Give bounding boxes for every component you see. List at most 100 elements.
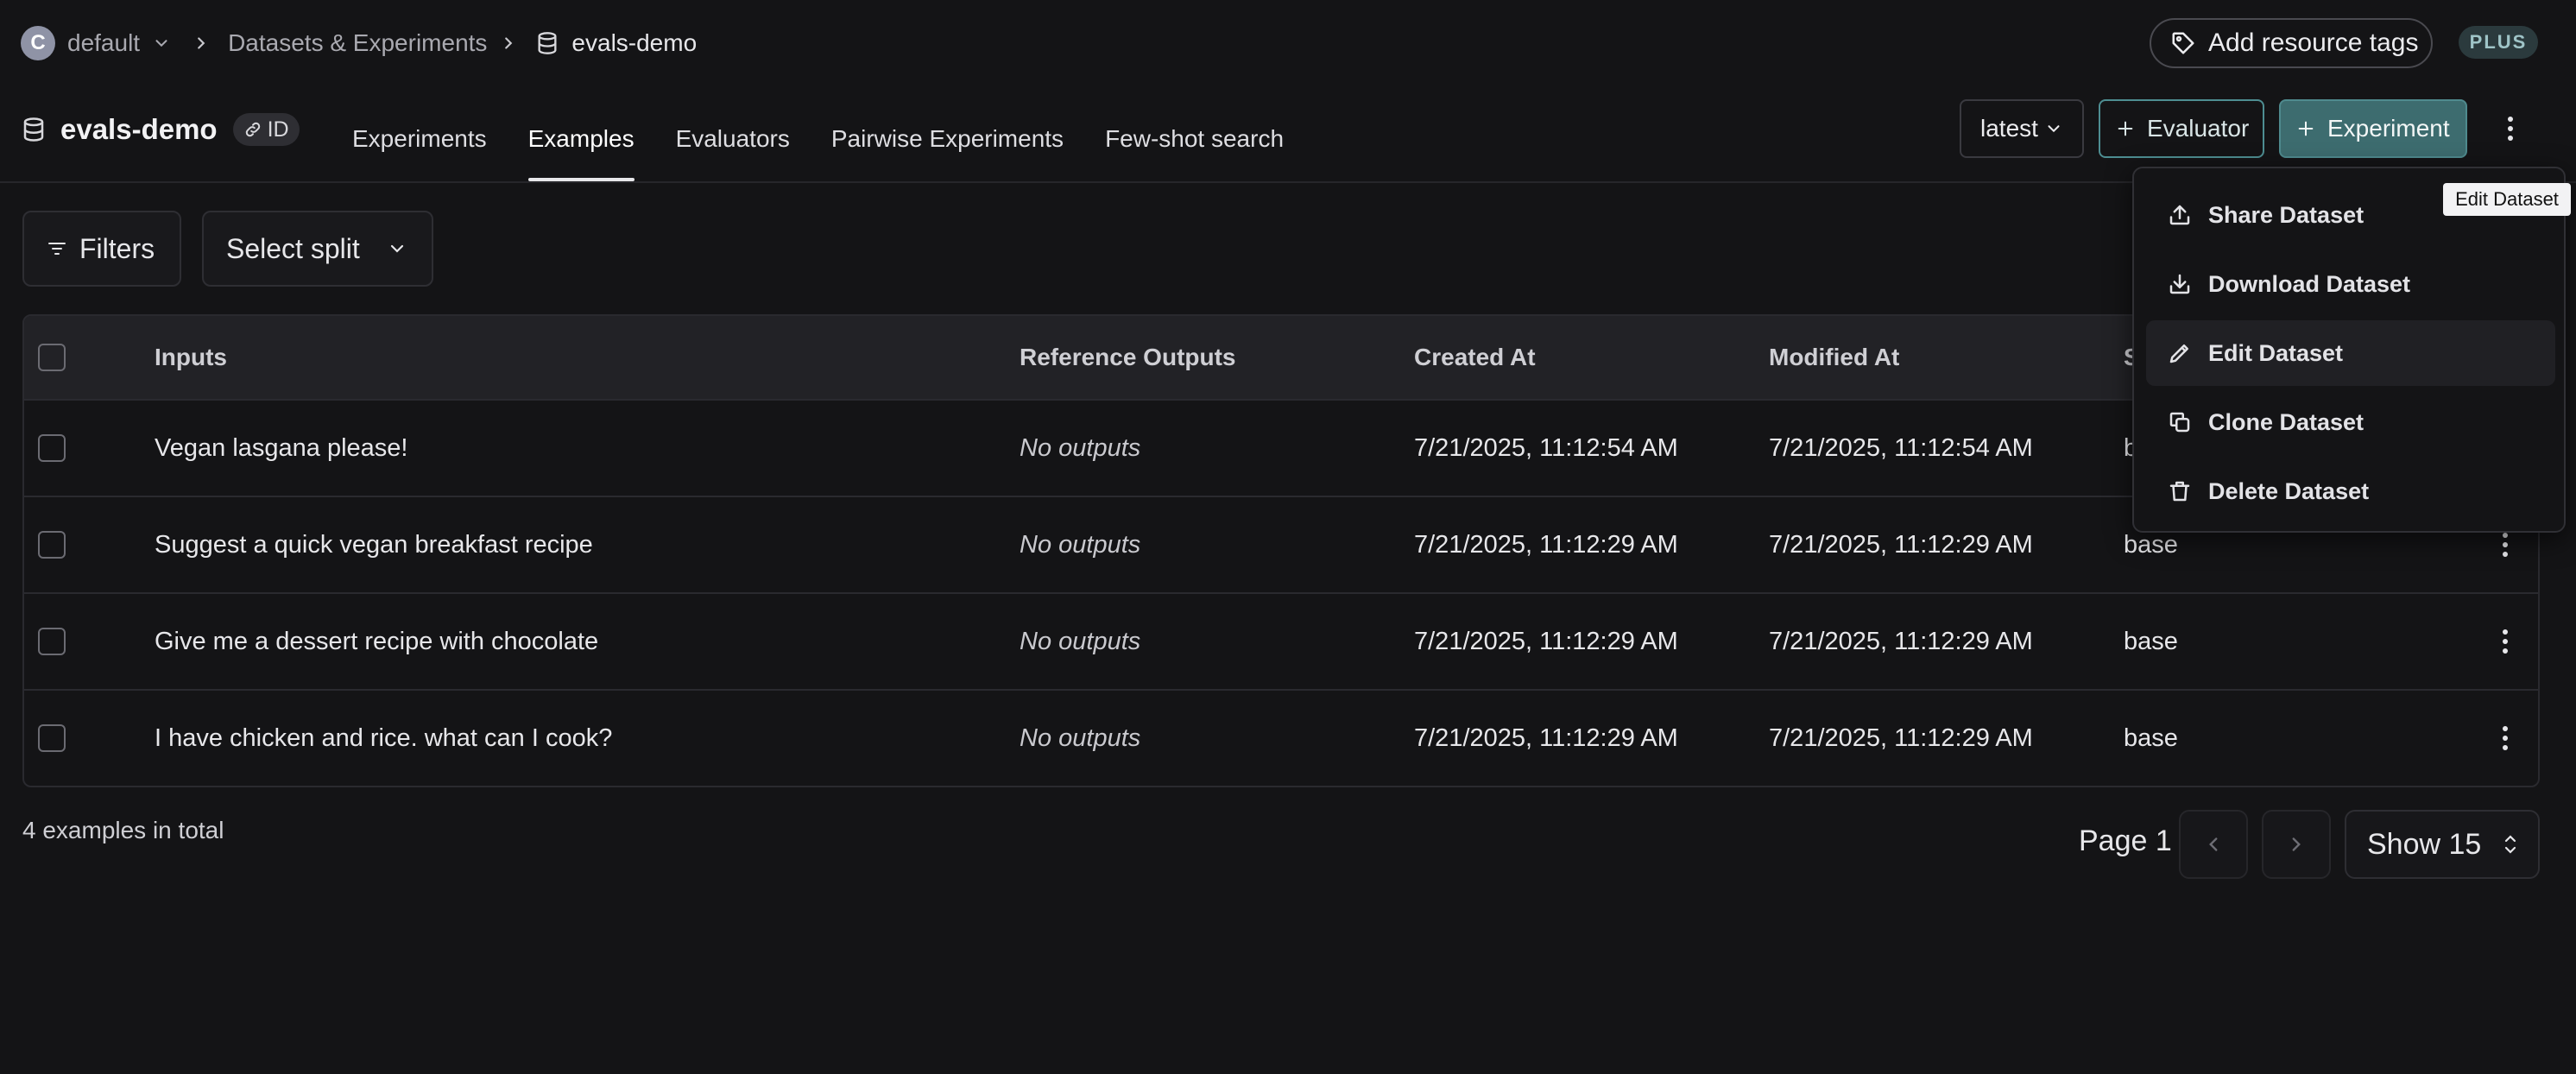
row-created-at: 7/21/2025, 11:12:54 AM (1414, 433, 1678, 462)
menu-item-clone-dataset[interactable]: Clone Dataset (2146, 389, 2555, 455)
plan-badge: PLUS (2459, 26, 2538, 59)
breadcrumb: C default Datasets & Experiments evals-d… (21, 22, 697, 64)
next-page-button[interactable] (2262, 810, 2331, 879)
filters-label: Filters (79, 232, 155, 264)
tab-evaluators[interactable]: Evaluators (676, 97, 790, 181)
menu-item-label: Download Dataset (2208, 270, 2411, 297)
row-modified-at: 7/21/2025, 11:12:29 AM (1769, 627, 2033, 655)
version-value: latest (1980, 115, 2038, 142)
add-experiment-label: Experiment (2327, 115, 2450, 142)
add-resource-tags-label: Add resource tags (2208, 28, 2419, 57)
column-header-inputs[interactable]: Inputs (155, 316, 227, 399)
chevron-right-icon (192, 34, 211, 53)
row-checkbox[interactable] (38, 628, 66, 655)
row-checkbox-cell (38, 691, 66, 786)
add-evaluator-label: Evaluator (2147, 115, 2250, 142)
link-icon (243, 120, 262, 139)
menu-item-label: Edit Dataset (2208, 339, 2344, 366)
breadcrumb-datasets-link[interactable]: Datasets & Experiments (228, 29, 487, 57)
breadcrumb-current: evals-demo (571, 29, 698, 56)
row-created-at: 7/21/2025, 11:12:29 AM (1414, 530, 1678, 559)
tab-examples[interactable]: Examples (527, 97, 635, 181)
prev-page-button[interactable] (2179, 810, 2248, 879)
trash-icon (2167, 478, 2193, 504)
upload-icon (2167, 202, 2193, 228)
column-header-modified-at[interactable]: Modified At (1769, 316, 1899, 399)
row-split: base (2124, 627, 2178, 655)
tab-few-shot-search[interactable]: Few-shot search (1105, 97, 1284, 181)
download-icon (2167, 271, 2193, 297)
row-checkbox[interactable] (38, 724, 66, 752)
copy-icon (2167, 409, 2193, 435)
select-all-checkbox[interactable] (38, 344, 66, 371)
id-label: ID (267, 117, 289, 142)
menu-item-label: Share Dataset (2208, 201, 2364, 228)
row-checkbox[interactable] (38, 531, 66, 559)
menu-item-delete-dataset[interactable]: Delete Dataset (2146, 458, 2555, 524)
page-size-value: Show 15 (2367, 827, 2482, 861)
table-row[interactable]: I have chicken and rice. what can I cook… (24, 689, 2538, 786)
chevron-right-icon (2285, 833, 2308, 856)
split-select-label: Select split (226, 232, 360, 264)
edit-dataset-tooltip: Edit Dataset (2443, 183, 2571, 216)
add-experiment-button[interactable]: Experiment (2279, 99, 2467, 158)
examples-total: 4 examples in total (22, 817, 224, 843)
add-resource-tags-button[interactable]: Add resource tags (2150, 18, 2433, 68)
chevron-up-down-icon (2500, 831, 2521, 857)
chevron-right-icon (499, 34, 518, 53)
org-name[interactable]: default (67, 29, 140, 57)
dataset-title: evals-demo (60, 113, 218, 145)
row-checkbox-cell (38, 497, 66, 592)
row-outputs: No outputs (1020, 627, 1141, 655)
pencil-icon (2167, 340, 2193, 366)
row-outputs: No outputs (1020, 530, 1141, 559)
menu-item-label: Clone Dataset (2208, 408, 2364, 435)
table-row[interactable]: Give me a dessert recipe with chocolate … (24, 592, 2538, 689)
page-indicator: Page 1 (2079, 824, 2172, 857)
dataset-tabs: Experiments Examples Evaluators Pairwise… (352, 97, 1284, 181)
filter-icon (47, 238, 67, 259)
add-evaluator-button[interactable]: Evaluator (2099, 99, 2264, 158)
menu-item-label: Delete Dataset (2208, 477, 2370, 504)
plus-icon (2116, 119, 2135, 138)
dataset-header: evals-demo ID (21, 109, 300, 150)
menu-item-edit-dataset[interactable]: Edit Dataset (2146, 320, 2555, 386)
column-header-created-at[interactable]: Created At (1414, 316, 1536, 399)
row-checkbox[interactable] (38, 434, 66, 462)
tab-pairwise-experiments[interactable]: Pairwise Experiments (831, 97, 1064, 181)
chevron-down-icon[interactable] (152, 34, 171, 53)
row-checkbox-cell (38, 401, 66, 496)
row-modified-at: 7/21/2025, 11:12:29 AM (1769, 723, 2033, 752)
row-outputs: No outputs (1020, 723, 1141, 752)
filters-button[interactable]: Filters (22, 211, 181, 287)
row-modified-at: 7/21/2025, 11:12:29 AM (1769, 530, 2033, 559)
plus-icon (2296, 119, 2315, 138)
version-select[interactable]: latest (1960, 99, 2084, 158)
column-header-reference-outputs[interactable]: Reference Outputs (1020, 316, 1236, 399)
chevron-left-icon (2202, 833, 2225, 856)
row-more-options-icon[interactable] (2488, 691, 2522, 786)
row-modified-at: 7/21/2025, 11:12:54 AM (1769, 433, 2033, 462)
row-input: Vegan lasgana please! (155, 433, 408, 462)
row-checkbox-cell (38, 594, 66, 689)
row-outputs: No outputs (1020, 433, 1141, 462)
row-created-at: 7/21/2025, 11:12:29 AM (1414, 627, 1678, 655)
tag-icon (2170, 30, 2196, 56)
row-input: Give me a dessert recipe with chocolate (155, 627, 599, 655)
row-more-options-icon[interactable] (2488, 594, 2522, 689)
chevron-down-icon (387, 238, 407, 259)
org-avatar[interactable]: C (21, 26, 55, 60)
select-all-checkbox-cell (38, 316, 66, 399)
page-size-select[interactable]: Show 15 (2345, 810, 2540, 879)
menu-item-download-dataset[interactable]: Download Dataset (2146, 251, 2555, 317)
database-icon (21, 117, 47, 142)
copy-id-button[interactable]: ID (232, 113, 300, 146)
row-input: Suggest a quick vegan breakfast recipe (155, 530, 593, 559)
chevron-down-icon (2044, 119, 2063, 138)
more-options-icon[interactable] (2493, 109, 2528, 148)
dataset-actions-menu: Share Dataset Download Dataset Edit Data… (2132, 167, 2566, 533)
tab-experiments[interactable]: Experiments (352, 97, 487, 181)
database-icon (535, 31, 559, 55)
split-select[interactable]: Select split (202, 211, 433, 287)
row-created-at: 7/21/2025, 11:12:29 AM (1414, 723, 1678, 752)
